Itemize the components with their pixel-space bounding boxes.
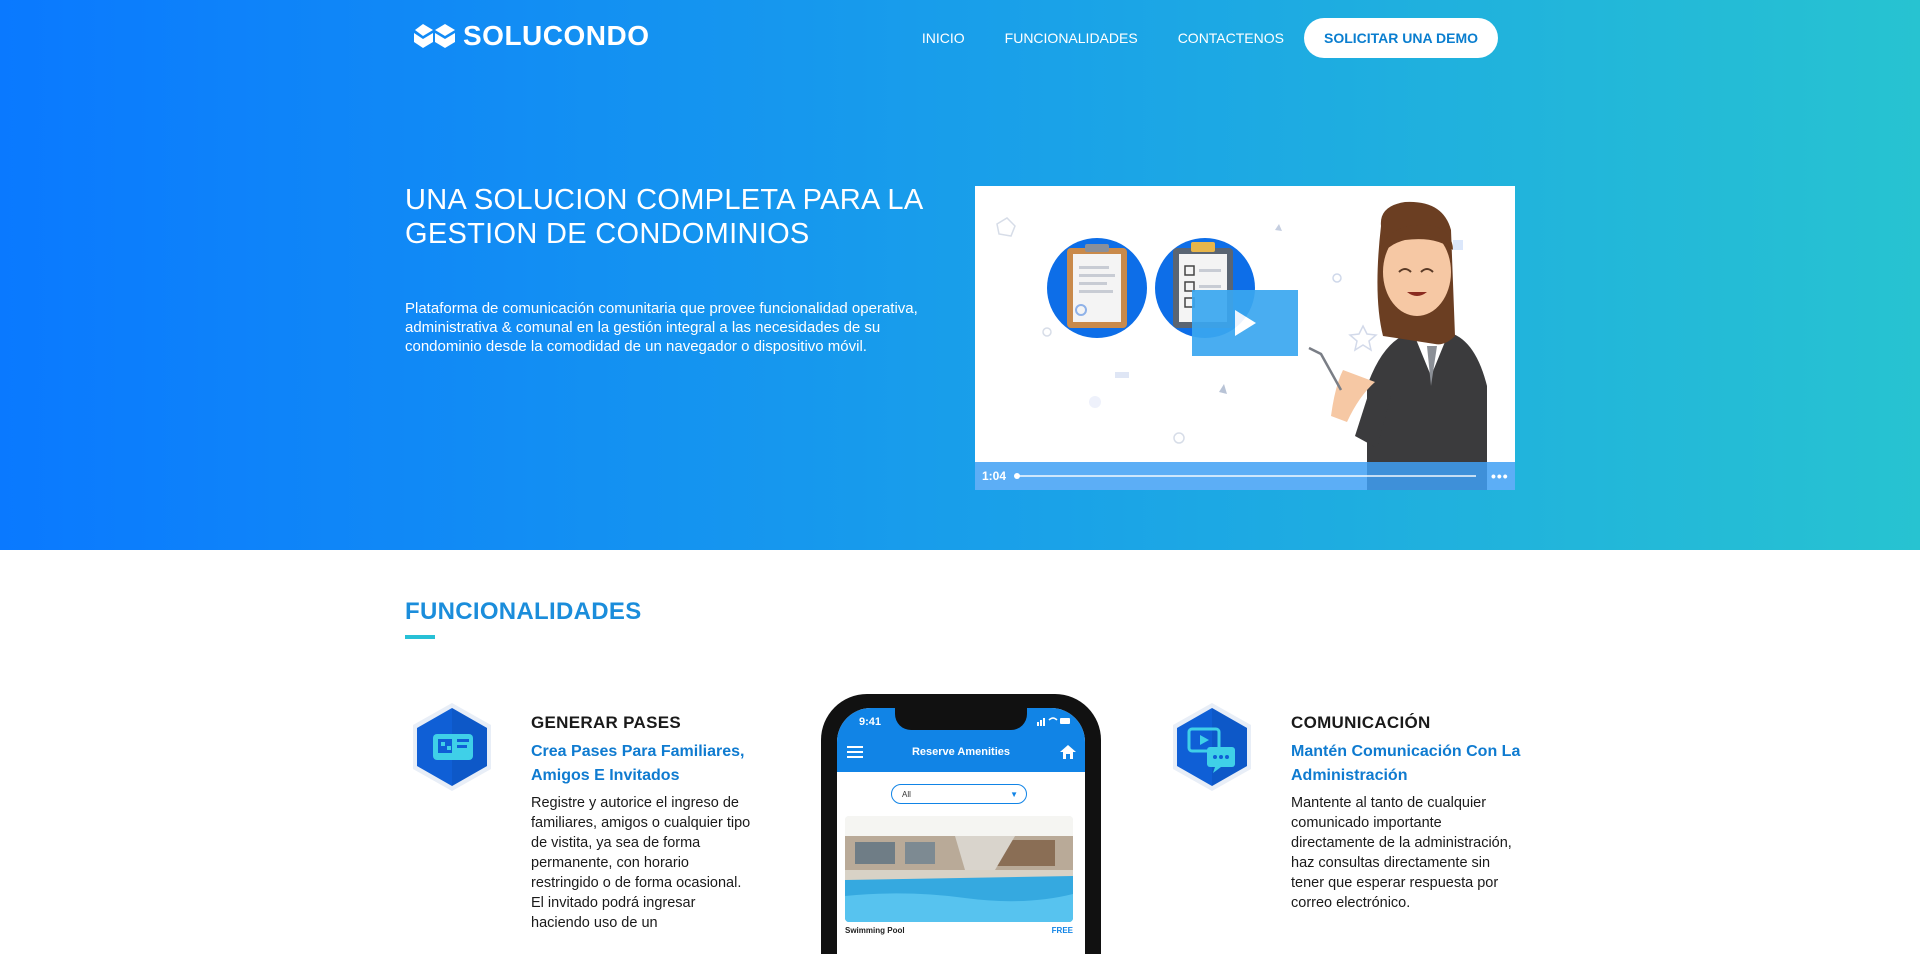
phone-app-header: 9:41 Reserve Amenities <box>837 708 1085 772</box>
ticket-pass-icon <box>413 703 491 791</box>
nav-link-contactenos[interactable]: CONTACTENOS <box>1178 30 1284 46</box>
phone-notch <box>895 708 1027 730</box>
video-controls: 1:04 ••• <box>975 462 1515 490</box>
phone-mockup: 9:41 Reserve Amenities All ▼ Swimming Po… <box>821 694 1101 968</box>
nav-link-funcionalidades[interactable]: FUNCIONALIDADES <box>1005 30 1138 46</box>
section-title-underline <box>405 635 435 639</box>
hero-section: SOLUCONDO INICIO FUNCIONALIDADES CONTACT… <box>0 0 1920 550</box>
top-nav: INICIO FUNCIONALIDADES CONTACTENOS SOLIC… <box>922 18 1498 58</box>
feature-body-pases: Registre y autorice el ingreso de famili… <box>531 795 751 931</box>
video-progress-bar[interactable] <box>1014 473 1476 479</box>
feature-body-comunicacion: Mantente al tanto de cualquier comunicad… <box>1291 795 1512 911</box>
amenity-filter-value: All <box>902 790 911 799</box>
home-icon[interactable] <box>1059 744 1077 760</box>
amenity-name: Swimming Pool <box>845 926 905 935</box>
phone-screen-title: Reserve Amenities <box>911 746 1011 758</box>
play-icon <box>1235 310 1256 336</box>
brand-logo[interactable]: SOLUCONDO <box>411 18 650 54</box>
nav-link-inicio[interactable]: INICIO <box>922 30 965 46</box>
video-play-button[interactable] <box>1192 290 1298 356</box>
video-player[interactable]: 1:04 ••• <box>975 186 1515 490</box>
chevron-down-icon: ▼ <box>1010 790 1018 799</box>
feature-subtitle-pases: Crea Pases Para Familiares, Amigos E Inv… <box>531 743 745 784</box>
phone-status-time: 9:41 <box>859 716 882 728</box>
phone-screen: 9:41 Reserve Amenities All ▼ Swimming Po… <box>837 708 1085 968</box>
logo-icon <box>414 24 455 48</box>
amenity-price: FREE <box>1051 926 1073 935</box>
chat-bubbles-icon <box>1173 703 1251 791</box>
feature-subtitle-comunicacion: Mantén Comunicación Con La Administració… <box>1291 743 1521 784</box>
video-progress-handle[interactable] <box>1014 473 1020 479</box>
request-demo-button[interactable]: SOLICITAR UNA DEMO <box>1304 18 1498 58</box>
hero-title: UNA SOLUCION COMPLETA PARA LA GESTION DE… <box>405 184 922 250</box>
amenity-filter-select[interactable]: All ▼ <box>891 784 1027 804</box>
feature-title-pases: GENERAR PASES <box>531 713 682 732</box>
more-options-icon[interactable]: ••• <box>1491 468 1509 484</box>
phone-status-icons <box>1037 717 1070 726</box>
logo-text: SOLUCONDO <box>463 20 650 51</box>
swimming-pool-image[interactable] <box>845 816 1073 922</box>
hero-description: Plataforma de comunicación comunitaria q… <box>405 300 918 355</box>
section-title-funcionalidades: FUNCIONALIDADES <box>405 598 642 625</box>
video-duration: 1:04 <box>982 469 1007 483</box>
feature-title-comunicacion: COMUNICACIÓN <box>1291 713 1431 732</box>
